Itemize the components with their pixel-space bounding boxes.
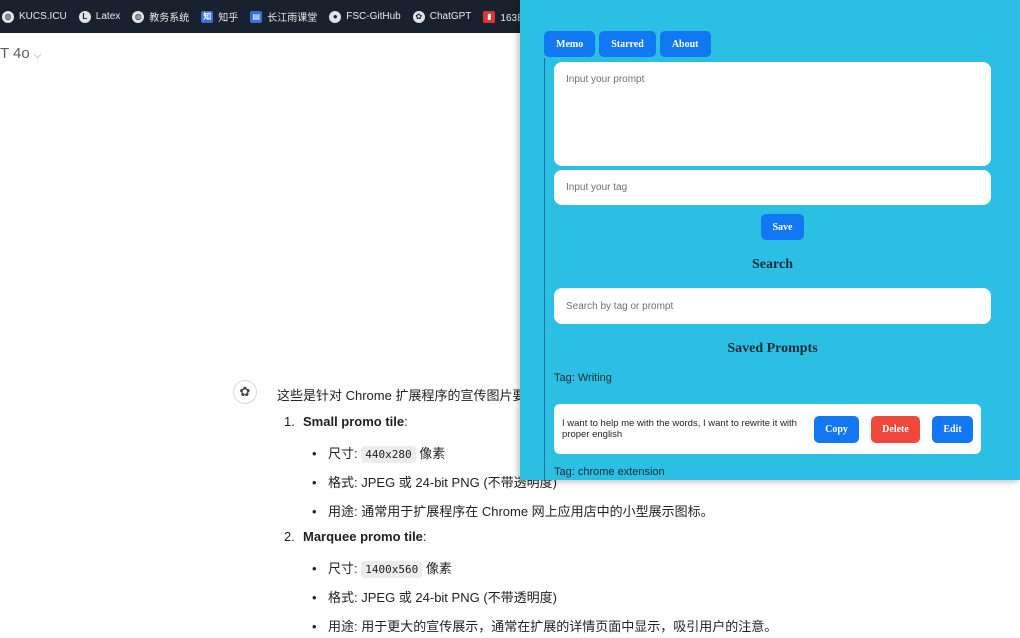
rain-classroom-icon: ▤ bbox=[250, 10, 263, 23]
tab-memo[interactable]: Memo bbox=[544, 31, 596, 57]
saved-prompt-text: I want to help me with the words, I want… bbox=[562, 418, 797, 440]
list-item: • 尺寸: 440x280 像素 bbox=[312, 446, 446, 463]
panel-divider bbox=[544, 58, 545, 480]
bookmark-github[interactable]: ● FSC-GitHub bbox=[329, 10, 401, 23]
chevron-down-icon: ⌵ bbox=[33, 50, 42, 61]
zhihu-icon: 知 bbox=[201, 10, 214, 23]
tab-about[interactable]: About bbox=[659, 31, 711, 57]
latex-icon: L bbox=[78, 10, 91, 23]
tag-group-label: Tag: Writing bbox=[554, 372, 612, 384]
list-item: • 格式: JPEG 或 24-bit PNG (不带透明度) bbox=[312, 590, 557, 605]
tag-input[interactable]: Input your tag bbox=[554, 170, 991, 205]
bookmarks-bar: ◍ KUCS.ICU L Latex ◍ 教务系统 知知乎 ▤ 长江雨课堂 ● FSC-G… bbox=[0, 0, 520, 33]
search-input[interactable]: Search by tag or prompt bbox=[554, 288, 991, 324]
model-selector[interactable]: T 4o ⌵ bbox=[0, 45, 41, 62]
bookmark-kucs[interactable]: ◍ KUCS.ICU bbox=[2, 10, 67, 23]
chatgpt-avatar-icon: ✿ bbox=[233, 380, 257, 404]
globe-icon: ◍ bbox=[2, 10, 14, 23]
edit-button[interactable]: Edit bbox=[932, 415, 973, 443]
prompt-memo-popup: Memo Starred About Input your prompt Inp… bbox=[520, 0, 1020, 480]
chatgpt-icon: ✿ bbox=[412, 10, 425, 23]
list-item: • 尺寸: 1400x560 像素 bbox=[312, 561, 452, 578]
bookmark-latex[interactable]: L Latex bbox=[78, 10, 120, 23]
bookmark-rain-classroom[interactable]: ▤ 长江雨课堂 bbox=[250, 9, 317, 24]
bookmark-163[interactable]: ▮163邮箱 bbox=[483, 9, 520, 24]
delete-button[interactable]: Delete bbox=[871, 415, 920, 443]
popup-tabs: Memo Starred About bbox=[544, 31, 711, 57]
copy-button[interactable]: Copy bbox=[814, 415, 859, 443]
mail-163-icon: ▮ bbox=[483, 10, 496, 23]
assistant-message-intro: 这些是针对 Chrome 扩展程序的宣传图片要 bbox=[277, 388, 526, 403]
save-button[interactable]: Save bbox=[761, 214, 804, 240]
list-item-marquee-promo-tile: 2. Marquee promo tile: bbox=[284, 529, 427, 544]
globe-icon: ◍ bbox=[132, 10, 145, 23]
tag-group-label: Tag: chrome extension bbox=[554, 466, 665, 478]
bookmark-jiaowu[interactable]: ◍ 教务系统 bbox=[132, 9, 189, 24]
list-item-small-promo-tile: 1. Small promo tile: bbox=[284, 414, 408, 429]
saved-prompt-card: I want to help me with the words, I want… bbox=[554, 404, 981, 454]
list-item: • 用途: 通常用于扩展程序在 Chrome 网上应用店中的小型展示图标。 bbox=[312, 504, 714, 519]
bookmark-zhihu[interactable]: 知知乎 bbox=[201, 9, 238, 24]
github-icon: ● bbox=[329, 10, 342, 23]
list-item: • 用途: 用于更大的宣传展示，通常在扩展的详情页面中显示，吸引用户的注意。 bbox=[312, 619, 778, 634]
search-heading: Search bbox=[752, 257, 793, 272]
tab-starred[interactable]: Starred bbox=[599, 31, 656, 57]
bookmark-chatgpt[interactable]: ✿ ChatGPT bbox=[412, 10, 471, 23]
prompt-input[interactable]: Input your prompt bbox=[554, 62, 991, 166]
saved-prompts-heading: Saved Prompts bbox=[727, 341, 818, 356]
